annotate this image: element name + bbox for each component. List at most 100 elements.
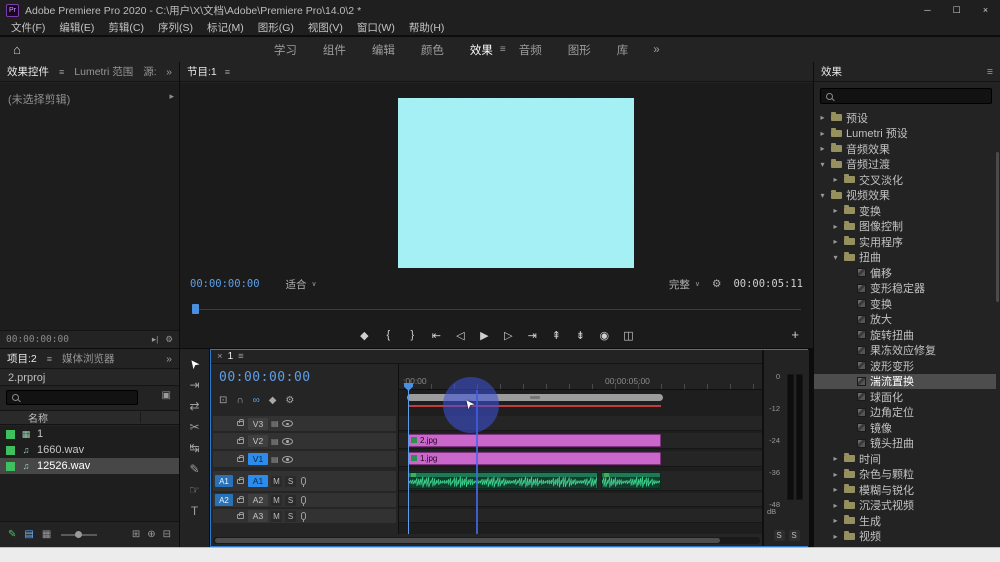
mute-button[interactable]: M: [271, 510, 282, 522]
comparison-view-button[interactable]: ◫: [623, 329, 633, 342]
effects-folder-时间[interactable]: ▸ 时间: [814, 451, 996, 467]
lift-button[interactable]: ⇞: [551, 329, 561, 342]
mark-out-button[interactable]: }: [407, 329, 417, 341]
icon-view-icon[interactable]: ▦: [42, 529, 51, 540]
effects-folder-图像控制[interactable]: ▸ 图像控制: [814, 219, 996, 235]
effects-folder-视频效果[interactable]: ▾ 视频效果: [814, 188, 996, 204]
track-header-A1[interactable]: A1 A1 M S: [213, 471, 396, 491]
solo-button[interactable]: S: [285, 510, 296, 522]
track-lane-A1[interactable]: [399, 471, 762, 491]
panel-tab-项目:2[interactable]: 项目:2: [7, 351, 37, 366]
twirl-icon[interactable]: ▸: [831, 237, 840, 246]
effects-folder-杂色与颗粒[interactable]: ▸ 杂色与颗粒: [814, 467, 996, 483]
panel-tab-源:[interactable]: 源:: [143, 64, 156, 79]
menu-item[interactable]: 帮助(H): [402, 20, 452, 35]
workspace-tab-编辑[interactable]: 编辑: [359, 42, 408, 58]
track-name-A2[interactable]: A2: [248, 494, 268, 506]
mute-button[interactable]: M: [271, 494, 282, 506]
track-name-V2[interactable]: V2: [248, 435, 268, 447]
maximize-button[interactable]: ☐: [942, 0, 971, 20]
project-item[interactable]: ♫ 12526.wav: [0, 458, 179, 474]
track-lane-A2[interactable]: [399, 493, 762, 507]
settings-wrench-icon[interactable]: ⚙: [712, 278, 721, 290]
meter-solo-button[interactable]: S: [773, 530, 785, 541]
track-name-A3[interactable]: A3: [248, 510, 268, 522]
audio-clip[interactable]: [408, 472, 598, 489]
timeline-zoom-scrollbar[interactable]: [407, 394, 663, 401]
solo-button[interactable]: S: [285, 494, 296, 506]
zoom-slider[interactable]: [61, 530, 98, 538]
track-select-forward-tool[interactable]: ⇥: [180, 374, 209, 395]
timeline-lanes[interactable]: :00:00 00:00:05:00 2.jpg 1.jpg: [398, 364, 762, 534]
workspace-tab-学习[interactable]: 学习: [261, 42, 310, 58]
export-frame-button[interactable]: ◉: [599, 329, 609, 342]
effects-tab[interactable]: 效果: [821, 64, 842, 79]
lock-icon[interactable]: [237, 454, 244, 462]
voiceover-mic-icon[interactable]: [301, 496, 306, 506]
timeline-settings-icon[interactable]: ⚙: [285, 395, 294, 406]
panel-menu-icon[interactable]: ≡: [987, 66, 993, 78]
new-item-icon[interactable]: ⊕: [147, 529, 155, 540]
program-scrubber[interactable]: [192, 303, 801, 315]
nest-toggle-icon[interactable]: ⊡: [219, 395, 227, 406]
program-timecode[interactable]: 00:00:00:00: [190, 278, 260, 290]
effect-item-边角定位[interactable]: 边角定位: [814, 405, 996, 421]
panel-options-icon[interactable]: ▣: [162, 390, 171, 401]
effects-folder-生成[interactable]: ▸ 生成: [814, 513, 996, 529]
timeline-ruler[interactable]: :00:00 00:00:05:00: [399, 364, 762, 390]
twirl-icon[interactable]: ▸: [818, 113, 827, 122]
twirl-icon[interactable]: ▸: [831, 222, 840, 231]
track-output-eye-icon[interactable]: [281, 455, 293, 463]
workspace-tab-组件[interactable]: 组件: [310, 42, 359, 58]
panel-overflow-icon[interactable]: »: [166, 66, 172, 78]
effect-item-变换[interactable]: 变换: [814, 296, 996, 312]
settings-wrench-icon[interactable]: ⚙: [165, 334, 173, 345]
playback-resolution-select[interactable]: 完整 ∨: [669, 277, 700, 292]
twirl-icon[interactable]: ▸: [831, 516, 840, 525]
track-header-A3[interactable]: A3 M S: [213, 509, 396, 523]
effect-item-变形稳定器[interactable]: 变形稳定器: [814, 281, 996, 297]
razor-tool[interactable]: ✂: [180, 416, 209, 437]
effects-folder-音频效果[interactable]: ▸ 音频效果: [814, 141, 996, 157]
sync-lock-icon[interactable]: ▤: [271, 455, 279, 464]
menu-item[interactable]: 剪辑(C): [101, 20, 151, 35]
effect-item-镜头扭曲[interactable]: 镜头扭曲: [814, 436, 996, 452]
play-button[interactable]: ▶: [479, 329, 489, 342]
panel-tab-Lumetri 范围[interactable]: Lumetri 范围: [74, 64, 133, 79]
twirl-icon[interactable]: ▸: [831, 206, 840, 215]
twirl-icon[interactable]: ▸: [831, 175, 840, 184]
timeline-panel[interactable]: × 1 ≡ 00:00:00:00 ⊡ ∩ ∞ ◆ ⚙ :00:00 00:00:05:0…: [211, 350, 762, 546]
menu-item[interactable]: 编辑(E): [52, 20, 101, 35]
ripple-edit-tool[interactable]: ⇄: [180, 395, 209, 416]
effect-item-偏移[interactable]: 偏移: [814, 265, 996, 281]
program-playhead[interactable]: [192, 304, 199, 314]
track-header-V1[interactable]: V1 ▤: [213, 451, 396, 467]
sync-lock-icon[interactable]: ▤: [271, 419, 279, 428]
twirl-icon[interactable]: ▾: [831, 253, 840, 262]
panel-tab-效果控件[interactable]: 效果控件: [7, 64, 49, 79]
effect-item-果冻效应修复[interactable]: 果冻效应修复: [814, 343, 996, 359]
sequence-tab-label[interactable]: 1: [228, 351, 234, 362]
workspace-tab-效果[interactable]: 效果: [457, 42, 506, 58]
twirl-icon[interactable]: ▸: [818, 129, 827, 138]
type-tool[interactable]: T: [180, 500, 209, 521]
panel-tab-媒体浏览器[interactable]: 媒体浏览器: [62, 351, 115, 366]
play-in-to-out-icon[interactable]: ▸|: [152, 334, 158, 345]
panel-menu-icon[interactable]: ≡: [59, 67, 64, 77]
effects-folder-实用程序[interactable]: ▸ 实用程序: [814, 234, 996, 250]
effect-item-镜像[interactable]: 镜像: [814, 420, 996, 436]
lock-icon[interactable]: [237, 511, 244, 519]
home-icon[interactable]: ⌂: [13, 42, 21, 57]
track-lane-V2[interactable]: 2.jpg: [399, 433, 762, 449]
menu-item[interactable]: 文件(F): [4, 20, 52, 35]
source-patch[interactable]: A1: [215, 475, 233, 487]
twirl-icon[interactable]: ▸: [831, 485, 840, 494]
effect-item-放大[interactable]: 放大: [814, 312, 996, 328]
delete-icon[interactable]: ⊟: [163, 529, 171, 540]
track-header-V3[interactable]: V3 ▤: [213, 416, 396, 431]
timeline-timecode[interactable]: 00:00:00:00: [219, 370, 311, 385]
effects-search-input[interactable]: [820, 88, 992, 104]
panel-overflow-icon[interactable]: »: [166, 353, 172, 365]
new-bin-icon[interactable]: ⊞: [132, 529, 140, 540]
workspace-overflow-icon[interactable]: »: [653, 44, 659, 56]
